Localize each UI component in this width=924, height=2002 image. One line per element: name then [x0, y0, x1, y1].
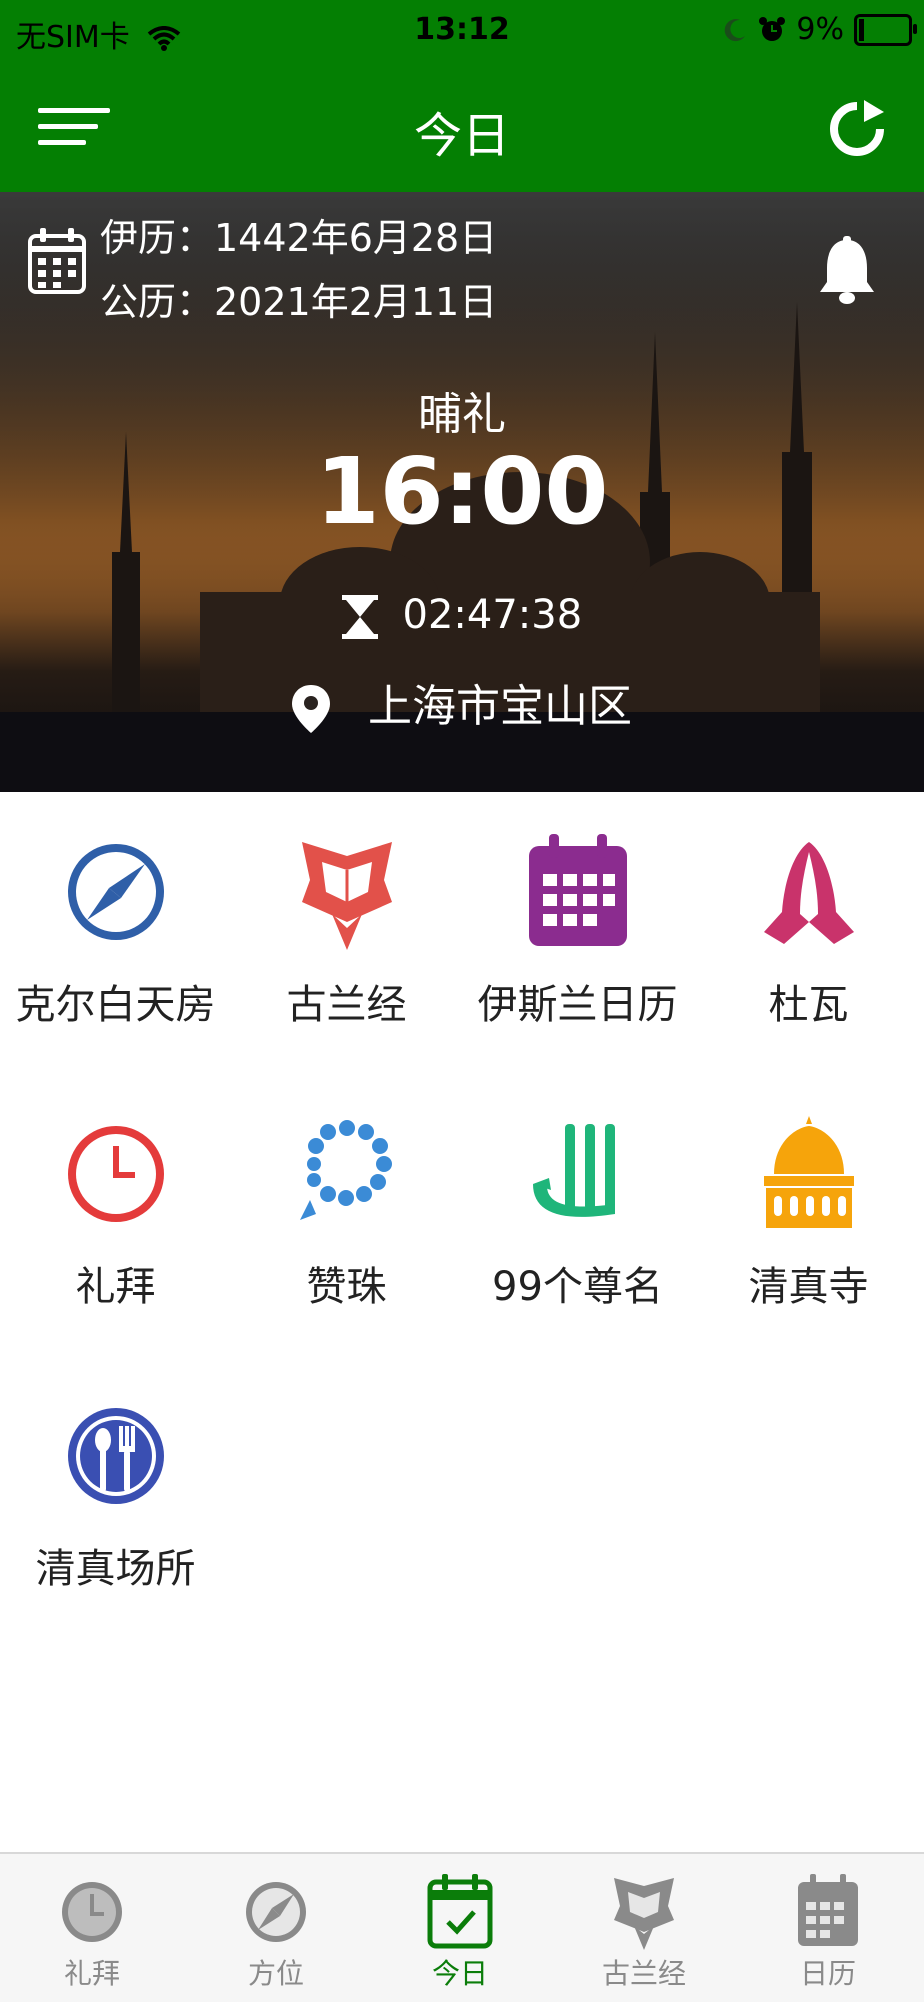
battery-percent: 9%: [796, 12, 844, 47]
page-title: 今日: [413, 108, 510, 164]
tab-today[interactable]: 今日: [368, 1854, 552, 2002]
feature-label: 清真场所: [35, 1546, 196, 1592]
calendar-icon: [28, 228, 86, 294]
alarm-icon: [759, 16, 786, 41]
status-bar: 无SIM卡 13:12 9%: [0, 0, 924, 64]
hero-banner: 伊历：1442年6月28日 公历：2021年2月11日 晡礼 16:00 02:…: [0, 192, 924, 792]
next-prayer-name: 晡礼: [418, 389, 506, 440]
countdown-text: 02:47:38: [402, 592, 583, 638]
tab-direction[interactable]: 方位: [184, 1854, 368, 2002]
location-pin-icon: [292, 685, 330, 733]
quran-icon: [614, 1878, 674, 1950]
tab-quran[interactable]: 古兰经: [552, 1854, 736, 2002]
allah-calligraphy-icon: [532, 1124, 615, 1217]
top-bar: 无SIM卡 13:12 9% 今日: [0, 0, 924, 192]
location[interactable]: 上海市宝山区: [0, 670, 924, 734]
quran-icon: [301, 842, 392, 950]
gregorian-date: 公历：2021年2月11日: [100, 280, 498, 324]
feature-mosque[interactable]: 清真寺: [693, 1074, 924, 1334]
date-lines: 伊历：1442年6月28日 公历：2021年2月11日: [100, 206, 497, 334]
battery-icon: [854, 13, 917, 46]
feature-halal-places[interactable]: 清真场所: [0, 1356, 231, 1616]
feature-label: 杜瓦: [768, 982, 849, 1028]
battery-level: [859, 18, 864, 41]
feature-kaaba-direction[interactable]: 克尔白天房: [0, 792, 231, 1052]
today-calendar-icon: [427, 1874, 493, 1949]
clock-icon: [62, 1882, 122, 1942]
mosque-icon: [763, 1116, 854, 1228]
feature-label: 古兰经: [286, 982, 407, 1028]
refresh-icon[interactable]: [826, 98, 888, 160]
compass-icon: [67, 844, 164, 940]
feature-label: 99个尊名: [492, 1264, 663, 1310]
location-text: 上海市宝山区: [368, 681, 632, 732]
date-box: 伊历：1442年6月28日 公历：2021年2月11日: [28, 206, 497, 334]
feature-label: 清真寺: [748, 1264, 869, 1310]
calendar-icon: [798, 1874, 858, 1946]
tab-label: 礼拜: [63, 1957, 120, 1990]
feature-99-names[interactable]: 99个尊名: [462, 1074, 693, 1334]
tab-label: 日历: [799, 1957, 856, 1990]
bell-icon[interactable]: [818, 236, 876, 308]
tab-label: 方位: [247, 1957, 304, 1990]
moon-icon: [725, 18, 746, 41]
feature-label: 克尔白天房: [15, 982, 216, 1028]
countdown: 02:47:38: [0, 592, 924, 639]
clock-icon: [67, 1126, 164, 1222]
tab-calendar[interactable]: 日历: [736, 1854, 920, 2002]
calendar-icon: [528, 834, 627, 946]
hourglass-icon: [341, 595, 378, 639]
tab-bar: 礼拜 方位 今日 古兰经 日历: [0, 1852, 924, 2002]
tab-label: 今日: [431, 1957, 488, 1990]
feature-label: 赞珠: [306, 1264, 387, 1310]
next-prayer-time: 16:00: [315, 438, 609, 545]
feature-islamic-calendar[interactable]: 伊斯兰日历: [462, 792, 693, 1052]
restaurant-icon: [67, 1408, 164, 1504]
prayer-beads-icon: [299, 1120, 392, 1220]
feature-tasbih[interactable]: 赞珠: [231, 1074, 462, 1334]
praying-hands-icon: [763, 842, 854, 944]
compass-icon: [246, 1882, 306, 1942]
feature-label: 伊斯兰日历: [477, 982, 678, 1028]
feature-label: 礼拜: [75, 1264, 156, 1310]
tab-label: 古兰经: [601, 1957, 686, 1990]
feature-dua[interactable]: 杜瓦: [693, 792, 924, 1052]
feature-prayer[interactable]: 礼拜: [0, 1074, 231, 1334]
status-right: 9%: [722, 12, 917, 47]
feature-quran[interactable]: 古兰经: [231, 792, 462, 1052]
nav-bar: 今日: [0, 64, 924, 192]
tab-prayer[interactable]: 礼拜: [0, 1854, 184, 2002]
hijri-date: 伊历：1442年6月28日: [100, 216, 498, 260]
